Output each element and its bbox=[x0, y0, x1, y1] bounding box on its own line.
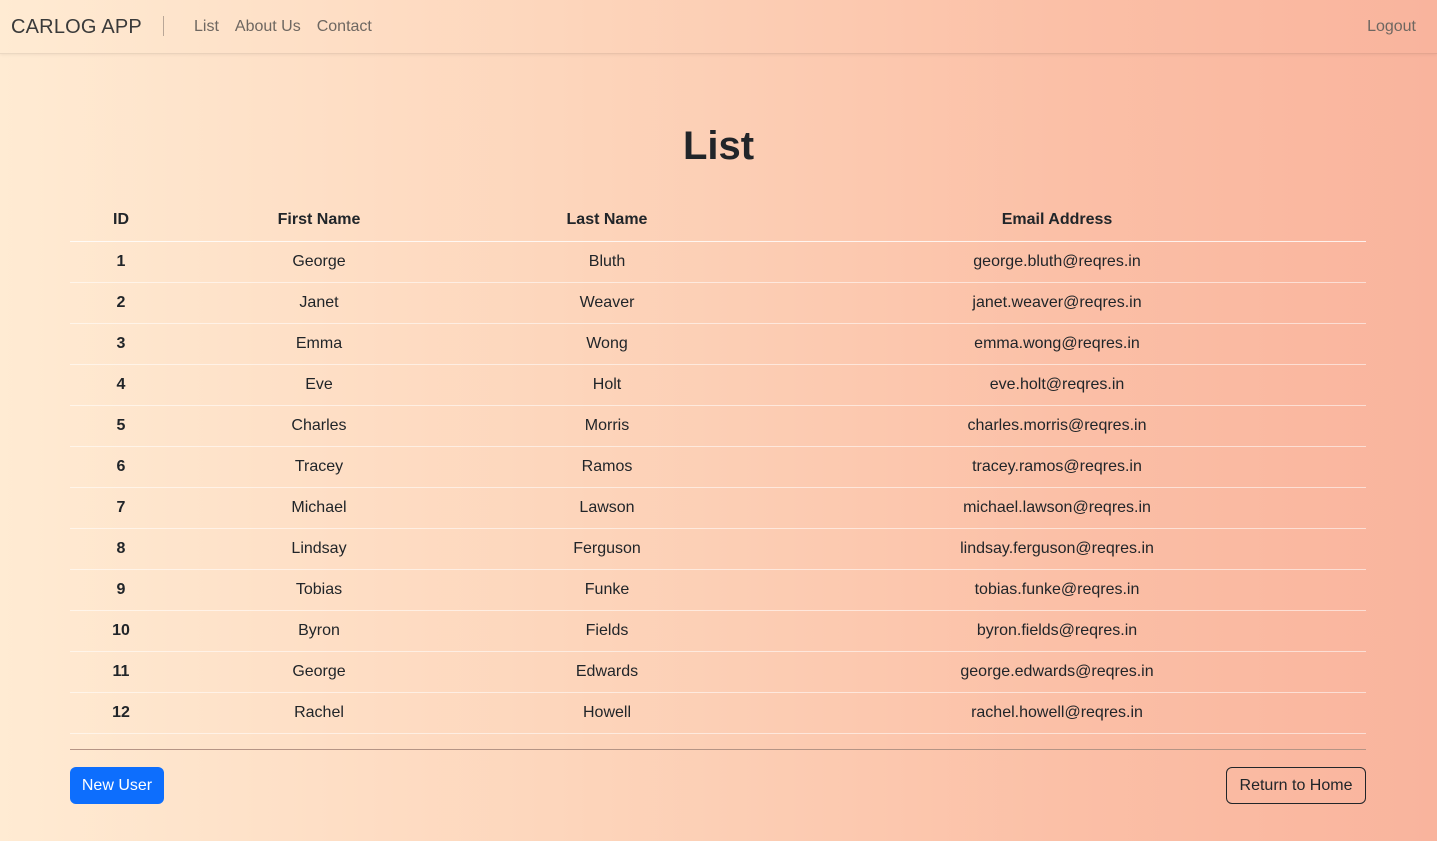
table-body: 1 George Bluth george.bluth@reqres.in 2 Janet… bbox=[70, 241, 1366, 734]
nav-link-contact[interactable]: Contact bbox=[317, 17, 372, 37]
users-table: ID First Name Last Name Email Address 1G… bbox=[70, 200, 1366, 734]
column-header-email: Email Address bbox=[748, 200, 1366, 242]
cell-id: 3 bbox=[70, 323, 172, 365]
cell-id: 8 bbox=[70, 528, 172, 570]
cell-last-name: Ramos bbox=[466, 446, 748, 488]
cell-id: 10 bbox=[70, 610, 172, 652]
cell-first-name: Tobias bbox=[172, 569, 466, 611]
cell-last-name: Holt bbox=[466, 364, 748, 406]
page-title: List bbox=[682, 124, 755, 168]
cell-last-name: Howell bbox=[466, 692, 748, 734]
nav-links: List About Us Contact bbox=[194, 17, 372, 37]
cell-first-name: Charles bbox=[172, 405, 466, 447]
cell-email: george.edwards@reqres.in bbox=[748, 651, 1366, 693]
cell-id: 11 bbox=[70, 651, 172, 693]
nav-link-list[interactable]: List bbox=[194, 17, 219, 37]
cell-id: 9 bbox=[70, 569, 172, 611]
cell-email: charles.morris@reqres.in bbox=[748, 405, 1366, 447]
cell-email: emma.wong@reqres.in bbox=[748, 323, 1366, 365]
cell-last-name: Wong bbox=[466, 323, 748, 365]
cell-id: 7 bbox=[70, 487, 172, 529]
table-row: 5 Charles Morris charles.morris@reqres.in bbox=[70, 405, 1366, 447]
cell-first-name: Michael bbox=[172, 487, 466, 529]
cell-first-name: Rachel bbox=[172, 692, 466, 734]
cell-email: george.bluth@reqres.in bbox=[748, 241, 1366, 283]
cell-first-name: Byron bbox=[172, 610, 466, 652]
table-row: 4 Eve Holt eve.holt@reqres.in bbox=[70, 364, 1366, 406]
nav-separator bbox=[163, 16, 164, 36]
cell-last-name: Morris bbox=[466, 405, 748, 447]
cell-last-name: Weaver bbox=[466, 282, 748, 324]
cell-last-name: Ferguson bbox=[466, 528, 748, 570]
cell-email: tobias.funke@reqres.in bbox=[748, 569, 1366, 611]
table-row: 7 Michael Lawson michael.lawson@reqres.in bbox=[70, 487, 1366, 529]
table-header-row: ID First Name Last Name Email Address bbox=[70, 200, 1366, 242]
cell-id: 2 bbox=[70, 282, 172, 324]
column-header-id: ID bbox=[70, 200, 172, 242]
cell-first-name: George bbox=[172, 651, 466, 693]
cell-email: janet.weaver@reqres.in bbox=[748, 282, 1366, 324]
cell-last-name: Fields bbox=[466, 610, 748, 652]
cell-id: 1 bbox=[70, 241, 172, 283]
cell-email: rachel.howell@reqres.in bbox=[748, 692, 1366, 734]
table-row: 6 Tracey Ramos tracey.ramos@reqres.in bbox=[70, 446, 1366, 488]
cell-first-name: George bbox=[172, 241, 466, 283]
cell-email: byron.fields@reqres.in bbox=[748, 610, 1366, 652]
cell-id: 4 bbox=[70, 364, 172, 406]
cell-id: 6 bbox=[70, 446, 172, 488]
table-row: 2 Janet Weaver janet.weaver@reqres.in bbox=[70, 282, 1366, 324]
cell-email: lindsay.ferguson@reqres.in bbox=[748, 528, 1366, 570]
new-user-button[interactable]: New User bbox=[70, 767, 164, 804]
table-row: 3 Emma Wong emma.wong@reqres.in bbox=[70, 323, 1366, 365]
table-row: 8 Lindsay Ferguson lindsay.ferguson@reqres.… bbox=[70, 528, 1366, 570]
cell-id: 12 bbox=[70, 692, 172, 734]
section-divider bbox=[70, 749, 1366, 750]
cell-first-name: Emma bbox=[172, 323, 466, 365]
cell-last-name: Bluth bbox=[466, 241, 748, 283]
cell-last-name: Edwards bbox=[466, 651, 748, 693]
cell-first-name: Janet bbox=[172, 282, 466, 324]
nav-link-about-us[interactable]: About Us bbox=[235, 17, 301, 37]
table-row: 11 George Edwards george.edwards@reqres.in bbox=[70, 651, 1366, 693]
cell-email: tracey.ramos@reqres.in bbox=[748, 446, 1366, 488]
table-header: ID First Name Last Name Email Address bbox=[70, 200, 1366, 242]
logout-link[interactable]: Logout bbox=[1367, 17, 1416, 37]
app-brand[interactable]: CARLOG APP bbox=[11, 15, 142, 39]
cell-email: michael.lawson@reqres.in bbox=[748, 487, 1366, 529]
top-navbar: CARLOG APP List About Us Contact Logout bbox=[0, 0, 1437, 54]
cell-last-name: Lawson bbox=[466, 487, 748, 529]
table-row: 12 Rachel Howell rachel.howell@reqres.in bbox=[70, 692, 1366, 734]
table-row: 10 Byron Fields byron.fields@reqres.in bbox=[70, 610, 1366, 652]
cell-first-name: Tracey bbox=[172, 446, 466, 488]
return-to-home-button[interactable]: Return to Home bbox=[1226, 767, 1366, 804]
cell-first-name: Eve bbox=[172, 364, 466, 406]
column-header-last-name: Last Name bbox=[466, 200, 748, 242]
table-row: 9 Tobias Funke tobias.funke@reqres.in bbox=[70, 569, 1366, 611]
cell-id: 5 bbox=[70, 405, 172, 447]
table-row: 1 George Bluth george.bluth@reqres.in bbox=[70, 241, 1366, 283]
cell-email: eve.holt@reqres.in bbox=[748, 364, 1366, 406]
users-table-container: ID First Name Last Name Email Address 1G… bbox=[70, 200, 1366, 734]
cell-last-name: Funke bbox=[466, 569, 748, 611]
column-header-first-name: First Name bbox=[172, 200, 466, 242]
cell-first-name: Lindsay bbox=[172, 528, 466, 570]
